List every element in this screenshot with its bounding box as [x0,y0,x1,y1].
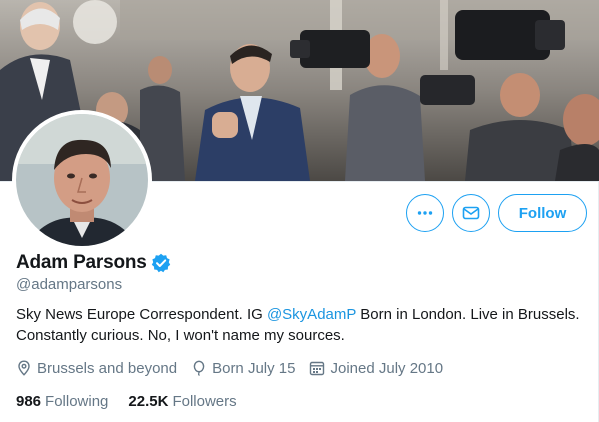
envelope-icon [462,206,480,220]
profile-name-row: Adam Parsons [16,251,171,275]
joined-text: Joined July 2010 [330,359,444,377]
birthday-text: Born July 15 [212,359,296,377]
birthday-item: Born July 15 [191,360,295,377]
bio-mention-link[interactable]: @SkyAdamP [267,306,356,323]
bio-text-start: Sky News Europe Correspondent. IG [16,306,267,323]
more-options-button[interactable] [406,194,444,232]
display-name: Adam Parsons [16,252,147,273]
calendar-icon [310,361,325,376]
more-icon [417,211,433,215]
followers-link[interactable]: 22.5K Followers [128,393,236,410]
profile-avatar[interactable] [12,110,152,250]
followers-label: Followers [172,392,237,410]
location-pin-icon [18,360,30,376]
avatar-photo [16,114,148,246]
profile-stats: 986 Following 22.5K Followers [16,391,257,411]
verified-badge-icon [151,253,171,273]
location-item: Brussels and beyond [16,360,177,377]
profile-bio: Sky News Europe Correspondent. IG @SkyAd… [16,304,591,346]
follow-button[interactable]: Follow [498,194,587,232]
message-button[interactable] [452,194,490,232]
following-count: 986 [16,392,42,410]
balloon-icon [193,360,205,376]
location-text: Brussels and beyond [37,359,178,377]
user-handle: @adamparsons [16,276,123,293]
joined-item: Joined July 2010 [309,360,443,377]
profile-meta: Brussels and beyond Born July 15 Joined … [16,358,457,378]
following-link[interactable]: 986 Following [16,393,108,410]
followers-count: 22.5K [128,392,169,410]
following-label: Following [45,392,109,410]
